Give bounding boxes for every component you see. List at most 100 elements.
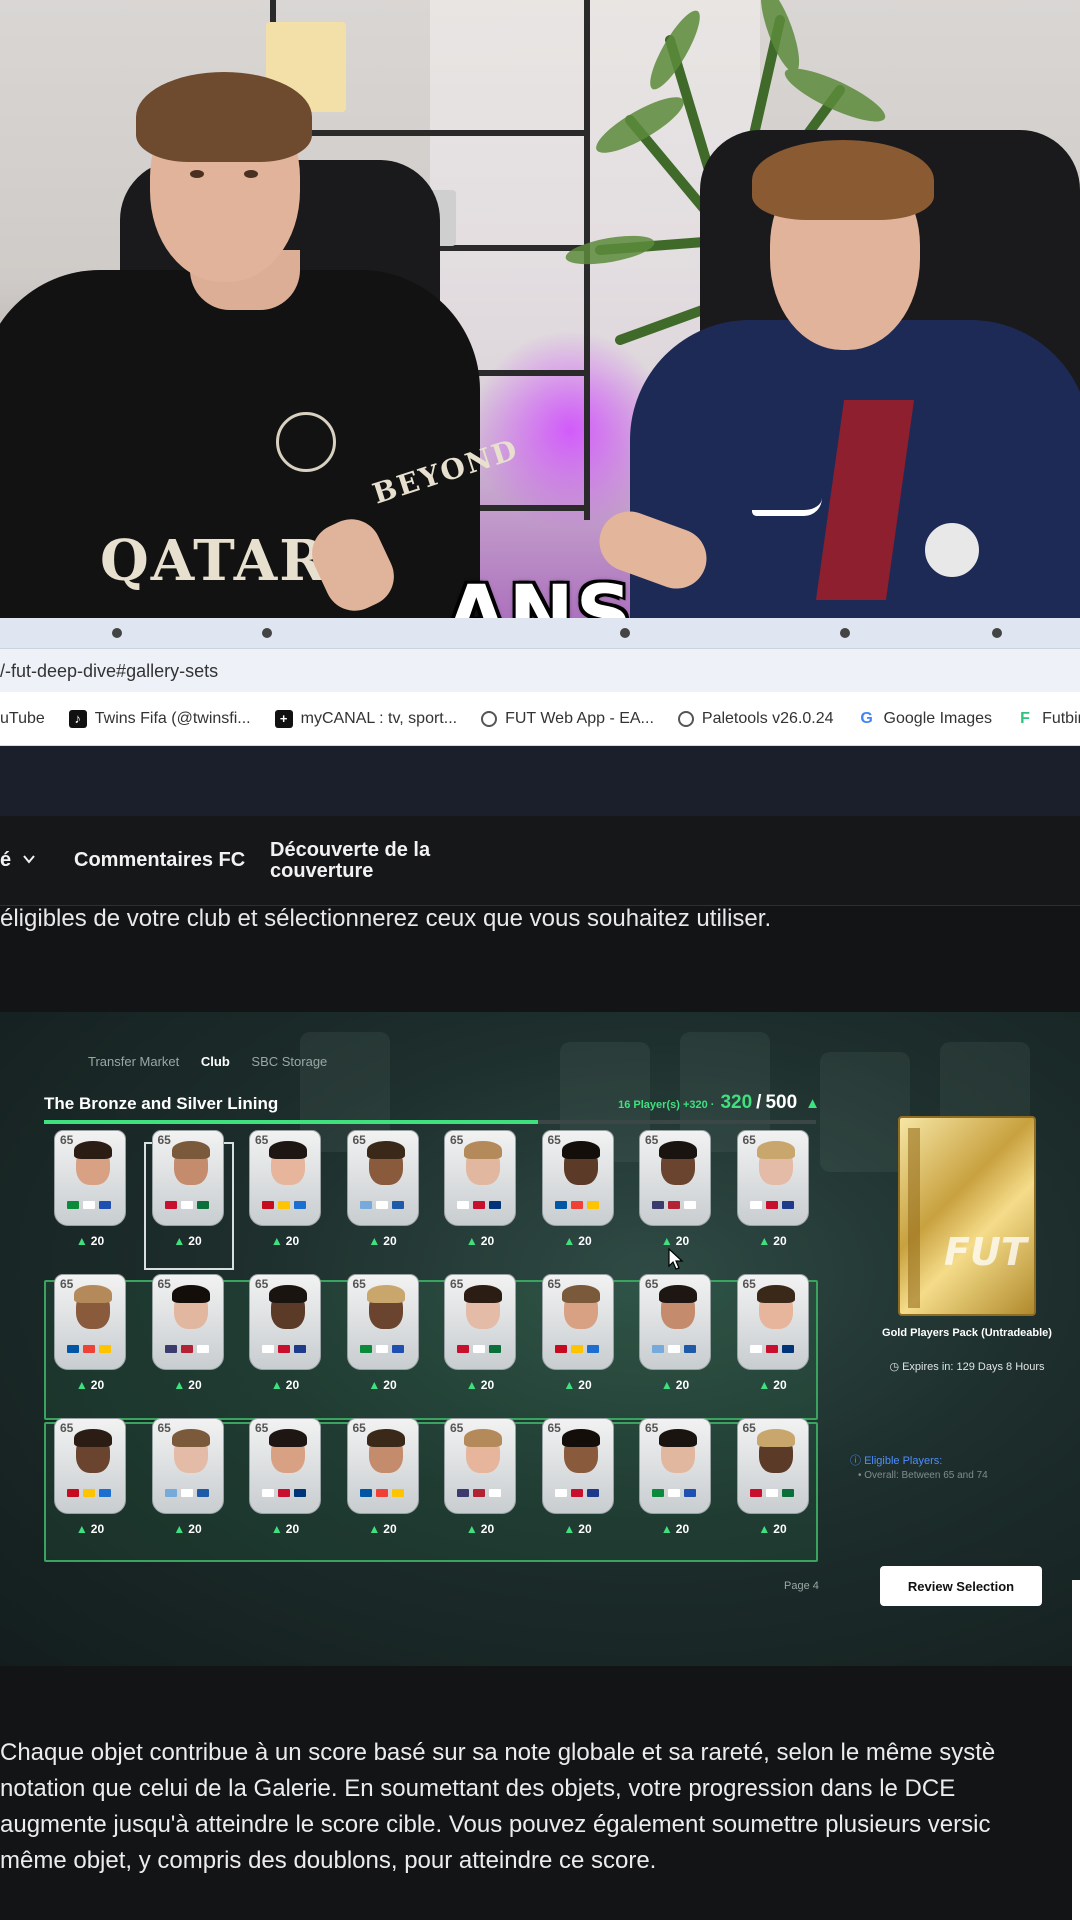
flag-icon xyxy=(164,1489,177,1497)
player-card[interactable]: 65 xyxy=(736,1130,809,1226)
flag-icon xyxy=(684,1489,696,1497)
value-up-icon: ▲ xyxy=(563,1234,576,1248)
player-card[interactable]: 65 xyxy=(249,1418,321,1514)
tab-icon[interactable] xyxy=(992,628,1002,638)
card-flags xyxy=(262,1201,306,1209)
google-icon: G xyxy=(860,709,873,727)
bookmark-twins-fifa[interactable]: ♪ Twins Fifa (@twinsfi... xyxy=(68,709,251,728)
bookmark-label: FUT Web App - EA... xyxy=(505,709,654,727)
sbc-title: The Bronze and Silver Lining xyxy=(44,1094,279,1113)
player-card[interactable]: 65 xyxy=(444,1418,516,1514)
player-card[interactable]: 65 xyxy=(249,1274,321,1370)
flag-icon xyxy=(391,1489,404,1497)
tab-club[interactable]: Club xyxy=(201,1054,230,1069)
sbc-screenshot: Transfer Market Club SBC Storage The Bro… xyxy=(0,1012,1080,1666)
flag-icon xyxy=(473,1489,485,1497)
flag-icon xyxy=(375,1489,388,1497)
player-hair xyxy=(366,1141,405,1159)
flag-icon xyxy=(668,1489,680,1497)
player-card[interactable]: 65 xyxy=(346,1130,419,1226)
player-card[interactable]: 65 xyxy=(54,1130,126,1226)
player-card[interactable]: 65 xyxy=(346,1418,419,1514)
flag-icon xyxy=(99,1489,111,1497)
card-overall: 65 xyxy=(547,1421,561,1435)
card-value: ▲ 20 xyxy=(758,1234,787,1248)
value-up-icon: ▲ xyxy=(75,1378,88,1392)
player-card[interactable]: 65 xyxy=(736,1274,809,1370)
player-card[interactable]: 65 xyxy=(541,1130,614,1226)
sbc-progress-fill xyxy=(44,1120,539,1124)
player-card[interactable]: 65 xyxy=(541,1418,614,1514)
flag-icon xyxy=(554,1201,567,1209)
flag-icon xyxy=(473,1345,485,1353)
player-hair xyxy=(756,1141,795,1159)
player-card[interactable]: 65 xyxy=(639,1274,711,1370)
card-value: ▲ 20 xyxy=(758,1522,787,1536)
tab-transfer-market[interactable]: Transfer Market xyxy=(88,1054,179,1069)
bookmark-paletools[interactable]: Paletools v26.0.24 xyxy=(677,709,834,728)
flag-icon xyxy=(489,1201,501,1209)
pack-name: Gold Players Pack (Untradeable) xyxy=(882,1327,1052,1339)
player-card[interactable]: 65 xyxy=(736,1418,809,1514)
tab-icon[interactable] xyxy=(840,628,850,638)
futbin-icon: F xyxy=(1020,709,1030,727)
tab-icon[interactable] xyxy=(112,628,122,638)
player-card[interactable]: 65 xyxy=(444,1274,516,1370)
value-up-icon: ▲ xyxy=(270,1522,283,1536)
flag-icon xyxy=(99,1201,111,1209)
player-card[interactable]: 65 xyxy=(541,1274,614,1370)
tab-icon[interactable] xyxy=(620,628,630,638)
player-card[interactable]: 65 xyxy=(151,1418,224,1514)
value-up-icon: ▲ xyxy=(563,1378,576,1392)
card-value: ▲ 20 xyxy=(75,1378,105,1392)
nav-item-partial[interactable]: é xyxy=(0,850,11,871)
address-bar[interactable]: /-fut-deep-dive#gallery-sets xyxy=(0,648,1080,692)
video-caption: ANS xyxy=(446,570,634,618)
flag-icon xyxy=(457,1489,469,1497)
card-flags xyxy=(457,1201,501,1209)
bookmark-futbin[interactable]: F Futbin xyxy=(1016,710,1080,728)
bookmark-youtube[interactable]: uTube xyxy=(0,710,45,728)
card-overall: 65 xyxy=(645,1133,659,1147)
flag-icon xyxy=(67,1489,79,1497)
player-card[interactable]: 65 xyxy=(639,1418,711,1514)
bookmark-google-images[interactable]: G Google Images xyxy=(858,709,992,728)
card-flags xyxy=(67,1345,111,1353)
bookmark-label: Paletools v26.0.24 xyxy=(701,709,834,727)
nav-item-commentaires[interactable]: Commentaires FC xyxy=(74,850,245,871)
card-value: ▲ 20 xyxy=(660,1234,690,1248)
review-selection-button[interactable]: Review Selection xyxy=(880,1566,1042,1606)
player-card[interactable]: 65 xyxy=(151,1274,224,1370)
card-flags xyxy=(652,1201,696,1209)
pack-expiry: ◷ Expires in: 129 Days 8 Hours xyxy=(889,1361,1045,1373)
card-value: ▲ 20 xyxy=(173,1234,202,1248)
player-card[interactable]: 65 xyxy=(151,1130,224,1226)
gold-pack-image[interactable]: FUT xyxy=(898,1116,1036,1316)
flag-icon xyxy=(765,1345,778,1353)
tab-sbc-storage[interactable]: SBC Storage xyxy=(251,1054,327,1069)
flag-icon xyxy=(180,1489,193,1497)
player-card[interactable]: 65 xyxy=(249,1130,321,1226)
player-card[interactable]: 65 xyxy=(444,1130,516,1226)
flag-icon xyxy=(652,1345,664,1353)
flag-icon xyxy=(554,1345,567,1353)
flag-icon xyxy=(262,1489,274,1497)
score-current: 320 xyxy=(720,1092,753,1113)
player-card[interactable]: 65 xyxy=(346,1274,419,1370)
player-card[interactable]: 65 xyxy=(54,1418,126,1514)
flag-icon xyxy=(489,1489,501,1497)
player-hair xyxy=(659,1429,697,1447)
card-flags xyxy=(554,1489,599,1497)
tab-icon[interactable] xyxy=(262,628,272,638)
bookmark-fut-web-app[interactable]: FUT Web App - EA... xyxy=(481,710,654,728)
card-value: ▲ 20 xyxy=(368,1378,397,1392)
flag-icon xyxy=(67,1345,79,1353)
player-card[interactable]: 65 xyxy=(639,1130,711,1226)
flag-icon xyxy=(278,1201,290,1209)
card-value: ▲ 20 xyxy=(368,1522,397,1536)
player-card[interactable]: 65 xyxy=(54,1274,126,1370)
chevron-down-icon[interactable] xyxy=(22,852,36,866)
bookmark-mycanal[interactable]: + myCANAL : tv, sport... xyxy=(274,709,457,728)
url-text[interactable]: /-fut-deep-dive#gallery-sets xyxy=(0,661,218,682)
nav-item-decouverte[interactable]: Découverte de la couverture xyxy=(270,840,470,882)
